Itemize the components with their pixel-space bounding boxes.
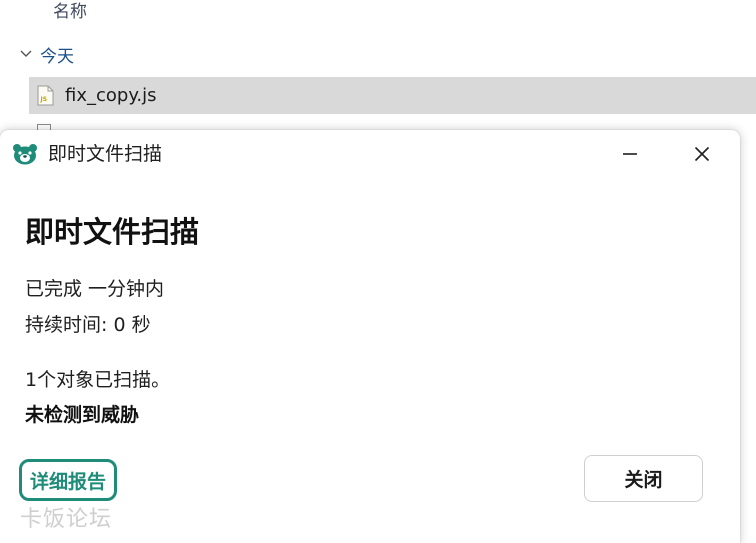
close-window-button[interactable] — [680, 134, 724, 174]
dialog-heading: 即时文件扫描 — [25, 215, 200, 249]
group-label-today[interactable]: 今天 — [40, 44, 74, 70]
file-icon-badge: JS — [40, 96, 48, 103]
chevron-down-icon[interactable] — [19, 47, 33, 61]
scan-dialog: 即时文件扫描 即时文件扫描 已完成 一分钟内 持续时间: 0 秒 1个对象已扫描… — [0, 130, 740, 543]
javascript-file-icon: JS — [37, 85, 54, 106]
threat-status-text: 未检测到威胁 — [25, 404, 140, 426]
duration-text: 持续时间: 0 秒 — [25, 314, 151, 336]
app-logo-icon — [13, 144, 37, 165]
minimize-button[interactable] — [608, 134, 652, 174]
dialog-titlebar[interactable]: 即时文件扫描 — [0, 130, 740, 178]
file-row[interactable]: JS fix_copy.js — [29, 77, 756, 114]
minimize-icon — [623, 153, 637, 155]
detailed-report-button[interactable]: 详细报告 — [19, 459, 117, 501]
completed-time-text: 已完成 一分钟内 — [25, 278, 165, 300]
column-header-name[interactable]: 名称 — [53, 0, 87, 24]
objects-scanned-text: 1个对象已扫描。 — [25, 369, 171, 391]
screen: 名称 今天 JS fix_copy.js 即时文件扫描 即时文件扫描 已完成 一… — [0, 0, 756, 543]
file-name: fix_copy.js — [65, 85, 157, 106]
close-button[interactable]: 关闭 — [584, 455, 703, 502]
dialog-title: 即时文件扫描 — [48, 143, 163, 165]
close-icon — [694, 146, 710, 162]
forum-watermark: 卡饭论坛 — [20, 507, 113, 532]
